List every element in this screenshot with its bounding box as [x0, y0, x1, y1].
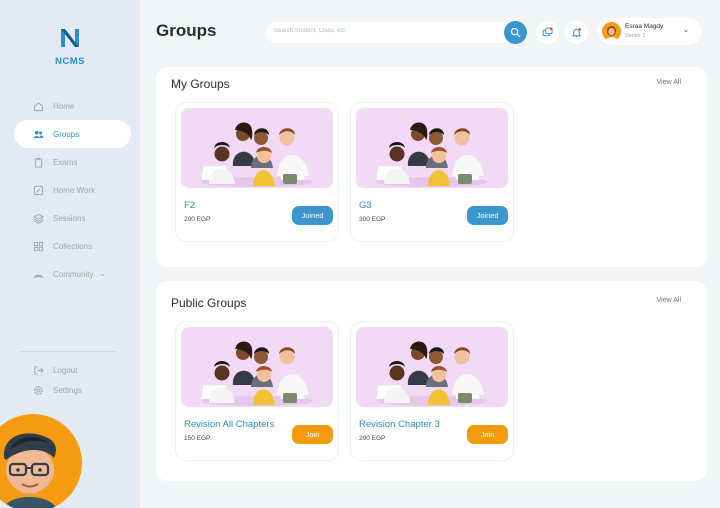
chevron-down-icon[interactable]: ⌄	[683, 26, 689, 34]
sidebar-item-groups[interactable]: Groups	[14, 120, 131, 148]
search-icon	[510, 27, 521, 38]
logout-icon	[33, 365, 44, 376]
logo[interactable]: NCMS	[52, 27, 88, 67]
gear-icon	[33, 385, 44, 396]
public-groups-view-all-link[interactable]: View All	[657, 297, 681, 304]
sidebar-bottom-nav: Logout Settings	[14, 360, 131, 400]
group-name: Revision All Chapters	[184, 419, 275, 430]
sidebar-item-label: Sessions	[53, 213, 86, 223]
user-menu[interactable]: Esraa Magdy Senior 1 ⌄	[598, 18, 702, 45]
notifications-button[interactable]	[565, 21, 588, 44]
sidebar-item-label: Settings	[53, 385, 82, 395]
sidebar: NCMS Home Groups Exams Home Work Session…	[0, 0, 140, 508]
logo-icon	[61, 29, 79, 47]
join-button[interactable]: Join	[467, 425, 508, 444]
user-role: Senior 1	[625, 33, 646, 39]
sidebar-item-community[interactable]: Community ⌄	[14, 260, 131, 288]
join-button[interactable]: Join	[292, 425, 333, 444]
group-card-revision-chapter-3[interactable]: Revision Chapter 3 200 EGP Join	[351, 322, 513, 460]
user-avatar-illustration	[0, 414, 82, 508]
public-groups-panel: Public Groups View All Revision All Chap…	[156, 281, 707, 481]
public-groups-title: Public Groups	[171, 296, 247, 310]
sidebar-item-sessions[interactable]: Sessions	[14, 204, 131, 232]
group-price: 300 EGP	[359, 216, 386, 223]
sidebar-item-home-work[interactable]: Home Work	[14, 176, 131, 204]
group-price: 200 EGP	[359, 435, 386, 442]
sidebar-item-collections[interactable]: Collections	[14, 232, 131, 260]
sidebar-item-settings[interactable]: Settings	[14, 380, 131, 400]
search-button[interactable]	[504, 21, 527, 44]
sidebar-item-label: Home	[53, 101, 75, 111]
sidebar-item-label: Community	[53, 269, 94, 279]
sidebar-item-label: Home Work	[53, 185, 96, 195]
logo-text: NCMS	[55, 56, 85, 67]
sidebar-item-exams[interactable]: Exams	[14, 148, 131, 176]
group-price: 200 EGP	[184, 216, 211, 223]
messages-button[interactable]	[536, 21, 559, 44]
group-price: 150 EGP	[184, 435, 211, 442]
group-card-f2[interactable]: F2 200 EGP Joined	[176, 103, 338, 241]
search-input[interactable]	[274, 28, 484, 34]
group-image	[356, 108, 508, 188]
sidebar-item-label: Collections	[53, 241, 93, 251]
sidebar-divider	[20, 351, 116, 352]
avatar	[602, 22, 621, 41]
my-groups-view-all-link[interactable]: View All	[657, 79, 681, 86]
group-card-revision-all-chapters[interactable]: Revision All Chapters 150 EGP Join	[176, 322, 338, 460]
sidebar-item-logout[interactable]: Logout	[14, 360, 131, 380]
users-icon	[33, 129, 44, 140]
my-groups-title: My Groups	[171, 77, 230, 91]
group-card-g3[interactable]: G3 300 EGP Joined	[351, 103, 513, 241]
joined-button[interactable]: Joined	[467, 206, 508, 225]
group-name: Revision Chapter 3	[359, 419, 440, 430]
clipboard-icon	[33, 157, 44, 168]
grid-icon	[33, 241, 44, 252]
chevron-down-icon[interactable]: ⌄	[99, 270, 105, 278]
sidebar-item-home[interactable]: Home	[14, 92, 131, 120]
chat-icon	[542, 27, 553, 37]
sidebar-item-label: Exams	[53, 157, 78, 167]
sidebar-item-label: Groups	[53, 129, 80, 139]
broadcast-icon	[33, 269, 44, 280]
search-bar[interactable]	[266, 22, 528, 43]
group-name: G3	[359, 200, 372, 211]
joined-button[interactable]: Joined	[292, 206, 333, 225]
layers-icon	[33, 213, 44, 224]
page-title: Groups	[156, 21, 217, 40]
sidebar-nav: Home Groups Exams Home Work Sessions Col…	[14, 92, 131, 288]
sidebar-item-label: Logout	[53, 365, 78, 375]
edit-icon	[33, 185, 44, 196]
group-name: F2	[184, 200, 196, 211]
bell-icon	[571, 28, 582, 38]
user-name: Esraa Magdy	[625, 23, 664, 30]
group-image	[181, 327, 333, 407]
my-groups-panel: My Groups View All F2 200 EGP Joined G3 …	[156, 67, 707, 267]
group-image	[356, 327, 508, 407]
group-image	[181, 108, 333, 188]
home-icon	[33, 101, 44, 112]
